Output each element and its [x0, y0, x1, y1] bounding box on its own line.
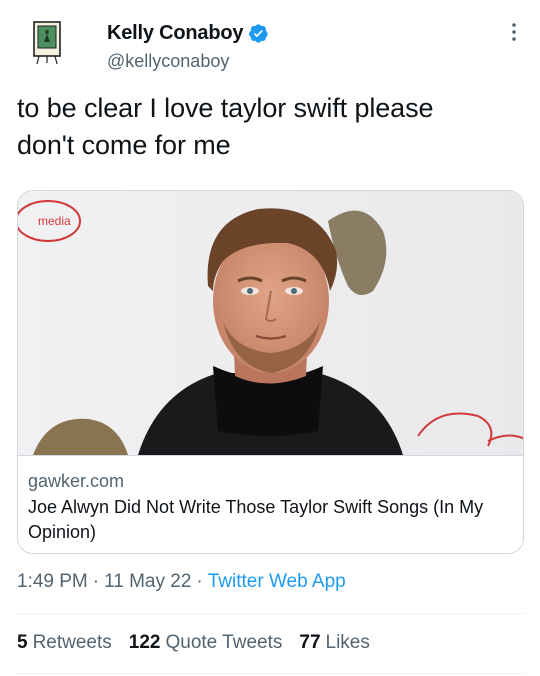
card-domain[interactable]: gawker.com — [28, 471, 124, 492]
author-info: Kelly Conaboy @kellyconaboy — [107, 20, 269, 72]
likes-count: 77 — [299, 632, 321, 653]
man-portrait-photo-icon: media — [18, 191, 523, 455]
svg-text:media: media — [38, 214, 71, 228]
tweet-container: Kelly Conaboy @kellyconaboy to be clear … — [0, 0, 540, 676]
retweets-count: 5 — [17, 632, 28, 653]
retweets-stat[interactable]: 5 Retweets — [17, 632, 112, 654]
tweet-source-link[interactable]: Twitter Web App — [208, 571, 346, 593]
divider — [17, 673, 524, 674]
book-doodle-avatar-icon — [17, 12, 77, 72]
verified-badge-icon — [249, 23, 269, 43]
link-preview-card[interactable]: media gawker.com Joe Alwyn Did Not Write… — [17, 190, 524, 554]
author-avatar[interactable] — [17, 12, 77, 72]
author-handle[interactable]: @kellyconaboy — [107, 51, 269, 72]
quote-tweets-stat[interactable]: 122 Quote Tweets — [129, 632, 283, 654]
engagement-stats: 5 Retweets 122 Quote Tweets 77 Likes — [17, 632, 387, 654]
divider — [17, 613, 524, 614]
card-title[interactable]: Joe Alwyn Did Not Write Those Taylor Swi… — [28, 495, 518, 545]
card-divider — [18, 455, 523, 456]
quote-tweets-count: 122 — [128, 632, 161, 653]
meta-separator: · — [92, 571, 100, 592]
author-display-name[interactable]: Kelly Conaboy — [107, 22, 244, 45]
tweet-text: to be clear I love taylor swift please d… — [17, 90, 522, 164]
quote-tweets-label: Quote Tweets — [165, 632, 283, 653]
tweet-text-line-1: to be clear I love taylor swift please — [17, 93, 434, 123]
name-row: Kelly Conaboy — [107, 20, 269, 46]
likes-stat[interactable]: 77 Likes — [299, 632, 370, 654]
more-options-icon[interactable] — [502, 20, 526, 44]
retweets-label: Retweets — [32, 632, 112, 653]
tweet-text-line-2: don't come for me — [17, 130, 231, 160]
tweet-date[interactable]: 11 May 22 — [104, 571, 191, 593]
likes-label: Likes — [325, 632, 370, 653]
card-image[interactable]: media — [18, 191, 523, 455]
meta-separator: · — [196, 571, 203, 592]
tweet-meta: 1:49 PM · 11 May 22 · Twitter Web App — [17, 571, 346, 593]
tweet-time[interactable]: 1:49 PM — [17, 571, 88, 593]
